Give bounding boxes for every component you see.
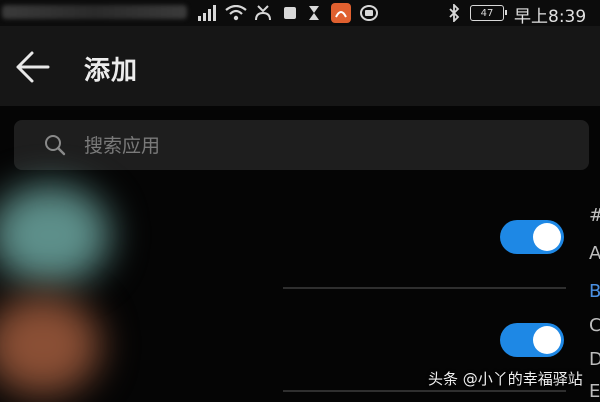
signal-icon xyxy=(196,3,218,23)
status-clock: 早上8:39 xyxy=(514,7,587,27)
app-notification-icon xyxy=(330,3,352,23)
notification-icon xyxy=(282,3,298,23)
watermark-text: 头条 @小丫的幸福驿站 xyxy=(428,370,583,388)
search-icon xyxy=(44,134,66,160)
hourglass-icon xyxy=(306,3,322,23)
index-letter-a[interactable]: A xyxy=(589,243,600,264)
app-header: 添加 xyxy=(0,26,600,106)
missed-call-icon xyxy=(252,3,274,23)
back-button[interactable] xyxy=(14,50,52,84)
status-bar: 47 早上8:39 xyxy=(0,0,600,27)
index-letter-d[interactable]: D xyxy=(589,349,600,370)
index-letter-hash[interactable]: # xyxy=(589,205,600,226)
battery-indicator: 47 xyxy=(470,5,507,21)
toggle-knob xyxy=(533,223,561,251)
app-icon-blurred xyxy=(0,185,110,285)
list-divider xyxy=(283,287,566,289)
battery-level: 47 xyxy=(480,7,494,19)
index-letter-b[interactable]: B xyxy=(589,281,600,302)
page-title: 添加 xyxy=(84,56,139,86)
search-input[interactable] xyxy=(82,132,566,160)
back-arrow-icon xyxy=(16,51,50,83)
bluetooth-icon xyxy=(446,3,462,23)
app-toggle-switch[interactable] xyxy=(500,323,564,357)
toggle-knob xyxy=(533,326,561,354)
index-letter-e[interactable]: E xyxy=(589,381,600,402)
carrier-info-blurred xyxy=(2,5,187,19)
index-letter-c[interactable]: C xyxy=(589,315,600,336)
app-icon-blurred xyxy=(0,295,100,395)
app-toggle-switch[interactable] xyxy=(500,220,564,254)
search-box[interactable] xyxy=(14,120,589,170)
list-divider xyxy=(283,390,566,392)
sync-icon xyxy=(358,3,380,23)
wifi-icon xyxy=(224,3,248,23)
